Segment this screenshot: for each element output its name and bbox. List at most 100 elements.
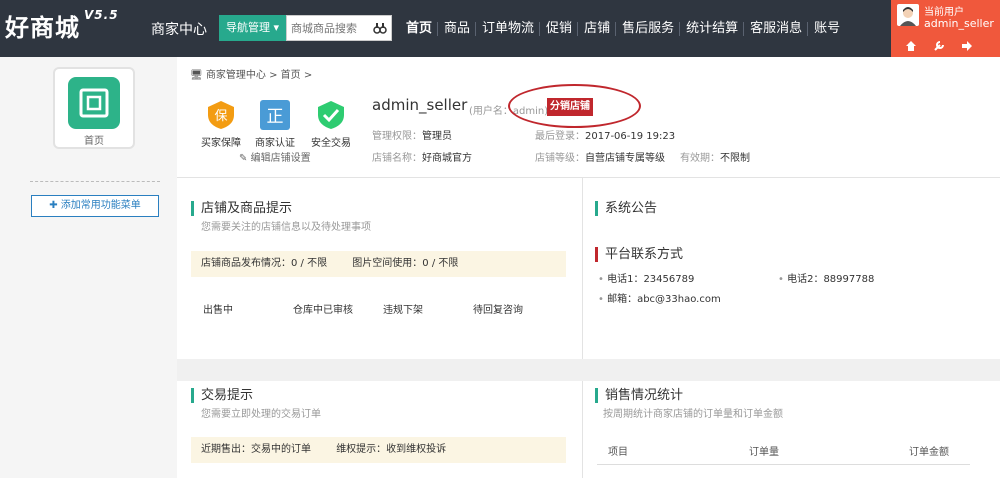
nav-item-orders[interactable]: 订单物流 <box>476 0 541 57</box>
binoculars-icon[interactable] <box>373 21 387 35</box>
logo-text: 好商城 <box>5 14 80 42</box>
shop-publish-panel: 店铺商品发布情况：0 / 不限 图片空间使用：0 / 不限 <box>191 251 566 277</box>
sales-stats-subtitle: 按周期统计商家店铺的订单量和订单金额 <box>603 409 783 420</box>
shop-name-info: 店铺名称：好商城官方 <box>372 149 472 164</box>
nav-item-statistics[interactable]: 统计结算 <box>680 0 745 57</box>
shop-level-info: 店铺等级：自营店铺专属等级 <box>535 149 665 164</box>
trade-tips-subtitle: 您需要立即处理的交易订单 <box>201 409 321 420</box>
validity-label: 有效期： <box>680 153 720 164</box>
last-login-info: 最后登录：2017-06-19 19:23 <box>535 127 675 142</box>
nav-item-service[interactable]: 客服消息 <box>744 0 809 57</box>
merchant-certification-icon: 正 <box>260 100 290 130</box>
contact-phone1: • 电话1：23456789 <box>598 270 694 285</box>
merchant-center-title[interactable]: 商家中心 <box>151 19 207 39</box>
edit-icon: ✎ <box>239 153 248 164</box>
shop-tips-title: 店铺及商品提示 <box>191 201 292 216</box>
add-menu-button[interactable]: ✚ 添加常用功能菜单 <box>31 195 159 217</box>
user-panel: 当前用户 admin_seller <box>891 0 1000 57</box>
plus-icon: ✚ <box>49 200 58 211</box>
section-gap <box>177 359 1000 381</box>
shop-name-label: 店铺名称： <box>372 153 422 164</box>
breadcrumb-separator: > <box>269 70 278 81</box>
version-label: V5.5 <box>84 8 119 22</box>
secure-trade-icon <box>318 101 344 129</box>
edit-shop-label: 编辑店铺设置 <box>250 153 311 164</box>
main-nav: 首页 商品 订单物流 促销 店铺 售后服务 统计结算 客服消息 账号 <box>400 0 846 57</box>
image-space-status: 图片空间使用：0 / 不限 <box>352 258 459 269</box>
seller-name: admin_seller <box>372 96 468 114</box>
buyer-protection-icon: 保 <box>208 101 234 129</box>
shop-name-value: 好商城官方 <box>422 153 472 164</box>
svg-text:保: 保 <box>214 109 227 124</box>
breadcrumb: 🖥 商家管理中心 > 首页 > <box>190 66 312 81</box>
avatar[interactable] <box>897 4 919 26</box>
contact-title: 平台联系方式 <box>595 247 683 262</box>
breadcrumb-current: 首页 <box>280 70 301 81</box>
chevron-down-icon: ▾ <box>273 21 280 34</box>
logo[interactable]: 好商城 V5.5 <box>5 8 119 43</box>
stat-warehouse-approved[interactable]: 仓库中已审核 <box>293 301 353 316</box>
nav-item-account[interactable]: 账号 <box>808 0 846 57</box>
bullet: • <box>598 294 608 305</box>
svg-text:正: 正 <box>267 107 284 127</box>
home-shortcut-label: 首页 <box>84 136 104 147</box>
home-icon[interactable] <box>905 40 917 52</box>
last-login-label: 最后登录： <box>535 131 585 142</box>
role-label: 管理权限： <box>372 131 422 142</box>
column-order-count: 订单量 <box>749 447 779 458</box>
logout-icon[interactable] <box>961 40 973 52</box>
sidebar: 首页 ✚ 添加常用功能菜单 <box>0 57 177 478</box>
nav-item-promotion[interactable]: 促销 <box>540 0 579 57</box>
nav-item-aftersales[interactable]: 售后服务 <box>616 0 681 57</box>
nav-manage-button[interactable]: 导航管理 ▾ <box>219 15 286 41</box>
shop-level-label: 店铺等级： <box>535 153 585 164</box>
trade-alert-panel: 近期售出：交易中的订单 维权提示：收到维权投诉 <box>191 437 566 463</box>
validity-value: 不限制 <box>720 153 750 164</box>
divider <box>30 181 160 182</box>
nav-manage-label: 导航管理 <box>225 21 270 34</box>
contact-phone2: • 电话2：88997788 <box>778 270 874 285</box>
divider <box>582 178 583 478</box>
breadcrumb-root[interactable]: 商家管理中心 <box>206 70 266 81</box>
shop-tips-subtitle: 您需要关注的店铺信息以及待处理事项 <box>201 222 371 233</box>
role-value: 管理员 <box>422 131 452 142</box>
stat-pending-inquiry[interactable]: 待回复咨询 <box>473 301 523 316</box>
contact-email-text: 邮箱：abc@33hao.com <box>607 294 721 305</box>
divider <box>177 177 1000 178</box>
stat-violation-removed[interactable]: 违规下架 <box>383 301 423 316</box>
nav-item-shop[interactable]: 店铺 <box>578 0 617 57</box>
stat-on-sale[interactable]: 出售中 <box>203 301 233 316</box>
edit-shop-link[interactable]: ✎ 编辑店铺设置 <box>239 149 311 164</box>
bullet: • <box>598 274 608 285</box>
nav-item-home[interactable]: 首页 <box>400 0 439 57</box>
home-shortcut[interactable]: 首页 <box>53 67 135 149</box>
contact-email: • 邮箱：abc@33hao.com <box>598 290 721 305</box>
current-user-name: admin_seller <box>924 17 994 30</box>
recent-sold[interactable]: 近期售出：交易中的订单 <box>201 444 311 455</box>
rights-alert[interactable]: 维权提示：收到维权投诉 <box>336 444 446 455</box>
wrench-icon[interactable] <box>933 40 945 52</box>
home-shortcut-icon <box>68 77 120 129</box>
top-bar: 好商城 V5.5 商家中心 导航管理 ▾ 首页 商品 订单物流 促销 店铺 售后服… <box>0 0 1000 57</box>
role-info: 管理权限：管理员 <box>372 127 452 142</box>
announcement-title: 系统公告 <box>595 201 657 216</box>
badge-label-secure-trade: 安全交易 <box>311 138 351 149</box>
trade-tips-title: 交易提示 <box>191 388 253 403</box>
sales-table-header: 项目 订单量 订单金额 <box>597 435 970 465</box>
last-login-value: 2017-06-19 19:23 <box>585 131 676 142</box>
breadcrumb-separator: > <box>303 70 313 81</box>
distribution-shop-tag: 分销店铺 <box>547 98 593 116</box>
add-menu-label: 添加常用功能菜单 <box>60 200 141 211</box>
search-box <box>286 15 392 41</box>
contact-phone1-text: 电话1：23456789 <box>607 274 695 285</box>
search-input[interactable] <box>287 16 367 40</box>
bullet: • <box>778 274 788 285</box>
publish-status: 店铺商品发布情况：0 / 不限 <box>201 258 328 269</box>
shop-level-value: 自营店铺专属等级 <box>585 153 665 164</box>
badge-label-buyer-protection: 买家保障 <box>201 138 241 149</box>
badge-label-merchant-certification: 商家认证 <box>255 138 295 149</box>
sales-stats-title: 销售情况统计 <box>595 388 683 403</box>
current-user-label: 当前用户 <box>924 7 964 18</box>
column-item: 项目 <box>608 447 628 458</box>
nav-item-goods[interactable]: 商品 <box>438 0 477 57</box>
